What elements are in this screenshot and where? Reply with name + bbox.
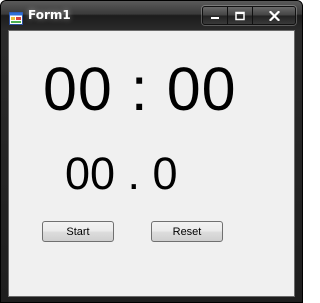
minutes-seconds-label: 00 : 00 xyxy=(43,55,237,123)
maximize-icon xyxy=(235,11,245,20)
minimize-icon xyxy=(211,16,219,19)
caption-buttons xyxy=(202,6,296,25)
form-client-area: 00 : 00 00 . 0 Start Reset xyxy=(8,30,295,297)
tenths-label: 00 . 0 xyxy=(65,148,178,199)
title-bar[interactable]: Form1 xyxy=(1,1,302,30)
app-icon[interactable] xyxy=(9,10,23,25)
minimize-button[interactable] xyxy=(203,7,228,24)
close-button[interactable] xyxy=(253,7,295,24)
maximize-button[interactable] xyxy=(228,7,253,24)
close-icon xyxy=(268,10,280,21)
reset-button[interactable]: Reset xyxy=(151,221,223,242)
start-button[interactable]: Start xyxy=(42,221,114,242)
window-title: Form1 xyxy=(28,8,71,22)
form1-window: Form1 00 : 00 00 . 0 Start Reset xyxy=(0,0,303,303)
